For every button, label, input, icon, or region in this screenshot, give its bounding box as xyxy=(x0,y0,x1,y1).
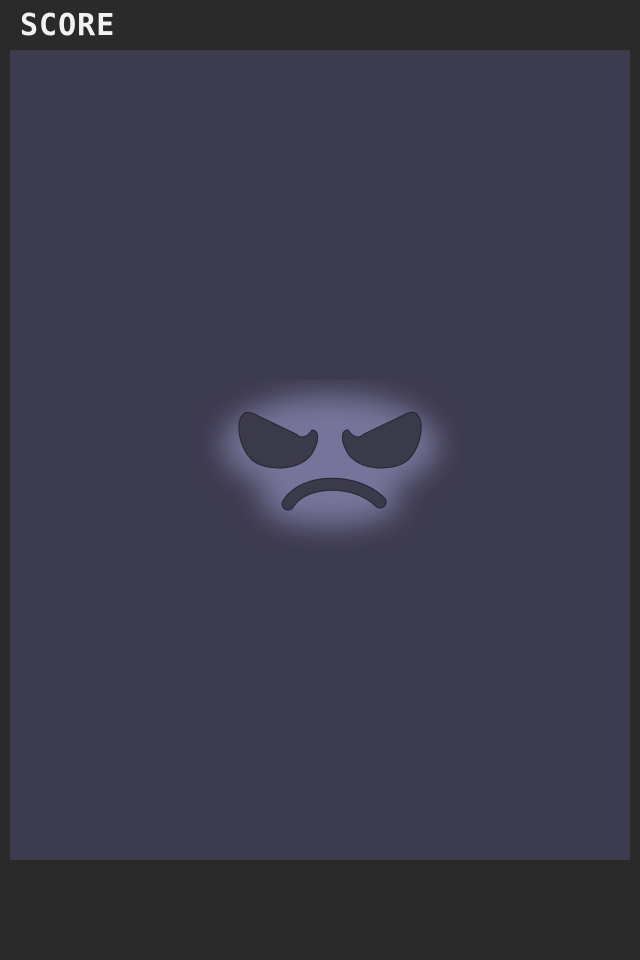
angry-face-icon xyxy=(200,380,460,550)
bottom-bar xyxy=(0,860,640,960)
game-play-area[interactable] xyxy=(10,50,630,860)
score-label: SCORE xyxy=(20,8,116,43)
